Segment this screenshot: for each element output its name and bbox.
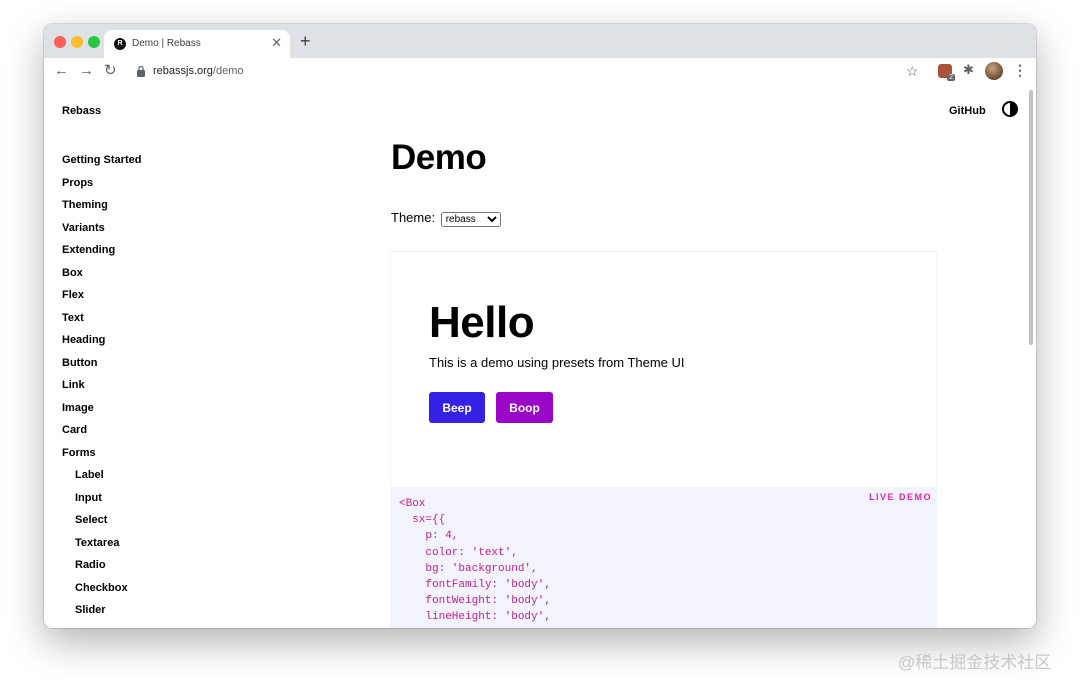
extension-icon[interactable]: 2	[938, 64, 955, 81]
close-tab-icon[interactable]: ✕	[271, 36, 282, 50]
address-bar[interactable]: rebassjs.org/demo	[153, 65, 244, 77]
sidebar-item-checkbox[interactable]: Checkbox	[62, 581, 141, 604]
sidebar-item-flex[interactable]: Flex	[62, 288, 141, 311]
live-demo-label: LIVE DEMO	[868, 492, 932, 502]
code-line: bg: 'background',	[399, 562, 538, 575]
code-line: fontWeight: 'body',	[399, 595, 551, 608]
tab-strip: R Demo | Rebass ✕ +	[44, 24, 1036, 58]
preview-text: This is a demo using presets from Theme …	[429, 355, 685, 370]
code-block[interactable]: <Box sx={{ p: 4, color: 'text', bg: 'bac…	[391, 487, 936, 628]
browser-window: R Demo | Rebass ✕ + ← → ↻ rebassjs.org/d…	[44, 24, 1036, 628]
sidebar-item-getting-started[interactable]: Getting Started	[62, 153, 141, 176]
tab-active[interactable]: R Demo | Rebass ✕	[104, 30, 290, 58]
code-line: lineHeight: 'body',	[399, 611, 551, 624]
sidebar-item-heading[interactable]: Heading	[62, 333, 141, 356]
new-tab-button[interactable]: +	[300, 32, 311, 50]
sidebar-item-extending[interactable]: Extending	[62, 243, 141, 266]
reload-icon[interactable]: ↻	[104, 63, 117, 79]
code-editor[interactable]: LIVE DEMO <Box sx={{ p: 4, color: 'text'…	[391, 487, 936, 628]
sidebar-item-box[interactable]: Box	[62, 266, 141, 289]
beep-button[interactable]: Beep	[429, 392, 485, 423]
theme-select[interactable]: rebass	[440, 212, 501, 227]
close-window-button[interactable]	[54, 36, 66, 48]
sidebar-item-forms[interactable]: Forms	[62, 446, 141, 469]
sidebar-item-select[interactable]: Select	[62, 513, 141, 536]
profile-avatar[interactable]	[985, 62, 1003, 80]
sidebar-item-theming[interactable]: Theming	[62, 198, 141, 221]
sidebar-nav: Getting Started Props Theming Variants Exten…	[62, 153, 141, 626]
code-line: }}>	[399, 626, 936, 629]
code-line: sx={{	[399, 514, 446, 527]
theme-label: Theme:	[391, 210, 436, 225]
forward-icon[interactable]: →	[79, 63, 94, 79]
preview-heading: Hello	[429, 298, 535, 347]
github-link[interactable]: GitHub	[949, 105, 986, 117]
sidebar-item-button[interactable]: Button	[62, 356, 141, 379]
sidebar-item-radio[interactable]: Radio	[62, 558, 141, 581]
url-path: /demo	[212, 65, 244, 77]
sidebar-item-image[interactable]: Image	[62, 401, 141, 424]
lock-icon	[137, 65, 145, 77]
minimize-window-button[interactable]	[71, 36, 83, 48]
favicon-icon: R	[114, 38, 126, 50]
site-brand-link[interactable]: Rebass	[62, 105, 101, 117]
sidebar-item-input[interactable]: Input	[62, 491, 141, 514]
theme-picker: Theme: rebass	[391, 210, 501, 227]
sidebar-item-text[interactable]: Text	[62, 311, 141, 334]
extensions-puzzle-icon[interactable]: ✱	[963, 62, 974, 78]
extension-badge: 2	[947, 74, 955, 81]
sidebar-item-props[interactable]: Props	[62, 176, 141, 199]
page-title: Demo	[391, 138, 487, 177]
tab-title: Demo | Rebass	[132, 38, 201, 49]
code-line: <Box	[399, 498, 426, 510]
browser-toolbar: ← → ↻ rebassjs.org/demo ☆ 2 ✱ ⋮	[44, 58, 1036, 87]
sidebar-item-label[interactable]: Label	[62, 468, 141, 491]
url-host: rebassjs.org	[153, 65, 213, 77]
code-line: color: 'text',	[399, 546, 518, 559]
bookmark-star-icon[interactable]: ☆	[906, 63, 919, 80]
page-scrollbar[interactable]	[1029, 90, 1033, 345]
page-content: Rebass GitHub Getting Started Props Themin…	[44, 86, 1036, 628]
sidebar-item-variants[interactable]: Variants	[62, 221, 141, 244]
code-line: fontFamily: 'body',	[399, 579, 551, 592]
sidebar-item-textarea[interactable]: Textarea	[62, 536, 141, 559]
watermark: @稀土掘金技术社区	[898, 653, 1052, 672]
boop-button[interactable]: Boop	[496, 392, 553, 423]
browser-menu-icon[interactable]: ⋮	[1013, 62, 1027, 79]
code-line: p: 4,	[399, 530, 459, 543]
sidebar-item-card[interactable]: Card	[62, 423, 141, 446]
sidebar-item-slider[interactable]: Slider	[62, 603, 141, 626]
sidebar-item-link[interactable]: Link	[62, 378, 141, 401]
back-icon[interactable]: ←	[54, 63, 69, 79]
color-mode-toggle-icon[interactable]	[1002, 101, 1018, 117]
maximize-window-button[interactable]	[88, 36, 100, 48]
